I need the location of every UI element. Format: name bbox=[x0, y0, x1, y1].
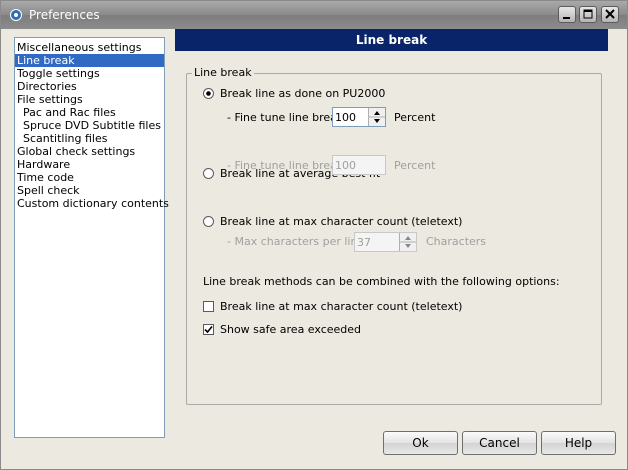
checkbox-max-char-label[interactable]: Break line at max character count (telet… bbox=[220, 300, 462, 313]
maximize-button[interactable] bbox=[579, 6, 597, 23]
radio-max-char-label[interactable]: Break line at max character count (telet… bbox=[220, 215, 462, 228]
radio-pu2000-label[interactable]: Break line as done on PU2000 bbox=[220, 87, 385, 100]
nav-item[interactable]: Pac and Rac files bbox=[23, 106, 116, 119]
minimize-button[interactable] bbox=[558, 6, 576, 23]
checkbox-safe-area[interactable] bbox=[203, 324, 214, 335]
max-chars-value[interactable]: 37 bbox=[357, 236, 371, 249]
checkbox-safe-area-label[interactable]: Show safe area exceeded bbox=[220, 323, 361, 336]
help-button[interactable]: Help bbox=[541, 431, 616, 455]
nav-item[interactable]: Hardware bbox=[17, 158, 70, 171]
fine-tune-value-2[interactable]: 100 bbox=[335, 159, 356, 172]
radio-best-fit[interactable] bbox=[203, 168, 214, 179]
nav-item[interactable]: Miscellaneous settings bbox=[17, 41, 141, 54]
nav-item[interactable]: Toggle settings bbox=[17, 67, 100, 80]
nav-item[interactable]: Spell check bbox=[17, 184, 80, 197]
percent-label-2: Percent bbox=[394, 159, 436, 172]
percent-label-1: Percent bbox=[394, 111, 436, 124]
cancel-button[interactable]: Cancel bbox=[462, 431, 537, 455]
nav-item[interactable]: Line break bbox=[15, 54, 164, 67]
group-label: Line break bbox=[192, 66, 254, 79]
radio-max-char[interactable] bbox=[203, 216, 214, 227]
fine-tune-spinner-2[interactable]: 100 bbox=[332, 155, 386, 175]
characters-label: Characters bbox=[426, 235, 487, 248]
title-bar[interactable]: Preferences bbox=[1, 1, 627, 29]
ok-button[interactable]: Ok bbox=[383, 431, 458, 455]
close-button[interactable] bbox=[601, 6, 619, 23]
fine-tune-label-2: - Fine tune line brea bbox=[227, 159, 337, 172]
dialog-content: Miscellaneous settings Line break Toggle s… bbox=[1, 29, 627, 469]
nav-item[interactable]: Custom dictionary contents bbox=[17, 197, 169, 210]
nav-item[interactable]: Scantitling files bbox=[23, 132, 107, 145]
panel-header: Line break bbox=[175, 29, 608, 51]
max-chars-label: - Max characters per line bbox=[227, 235, 365, 248]
spinner-arrows-icon[interactable] bbox=[399, 233, 416, 251]
nav-item[interactable]: Time code bbox=[17, 171, 74, 184]
nav-item[interactable]: File settings bbox=[17, 93, 83, 106]
nav-item[interactable]: Spruce DVD Subtitle files bbox=[23, 119, 161, 132]
preferences-window: Preferences Miscellaneous settings Line b… bbox=[0, 0, 628, 470]
radio-pu2000[interactable] bbox=[203, 88, 214, 99]
app-icon bbox=[10, 9, 22, 21]
fine-tune-spinner-1[interactable]: 100 bbox=[332, 107, 386, 127]
nav-item[interactable]: Global check settings bbox=[17, 145, 135, 158]
window-title: Preferences bbox=[29, 8, 100, 22]
max-chars-spinner[interactable]: 37 bbox=[354, 232, 417, 252]
nav-item[interactable]: Directories bbox=[17, 80, 77, 93]
combine-text: Line break methods can be combined with … bbox=[203, 275, 560, 288]
fine-tune-label-1: - Fine tune line brea bbox=[227, 111, 337, 124]
spinner-arrows-icon[interactable] bbox=[368, 108, 385, 126]
fine-tune-value-1[interactable]: 100 bbox=[335, 111, 356, 124]
checkbox-max-char[interactable] bbox=[203, 301, 214, 312]
settings-category-list[interactable]: Miscellaneous settings Line break Toggle s… bbox=[14, 37, 169, 438]
